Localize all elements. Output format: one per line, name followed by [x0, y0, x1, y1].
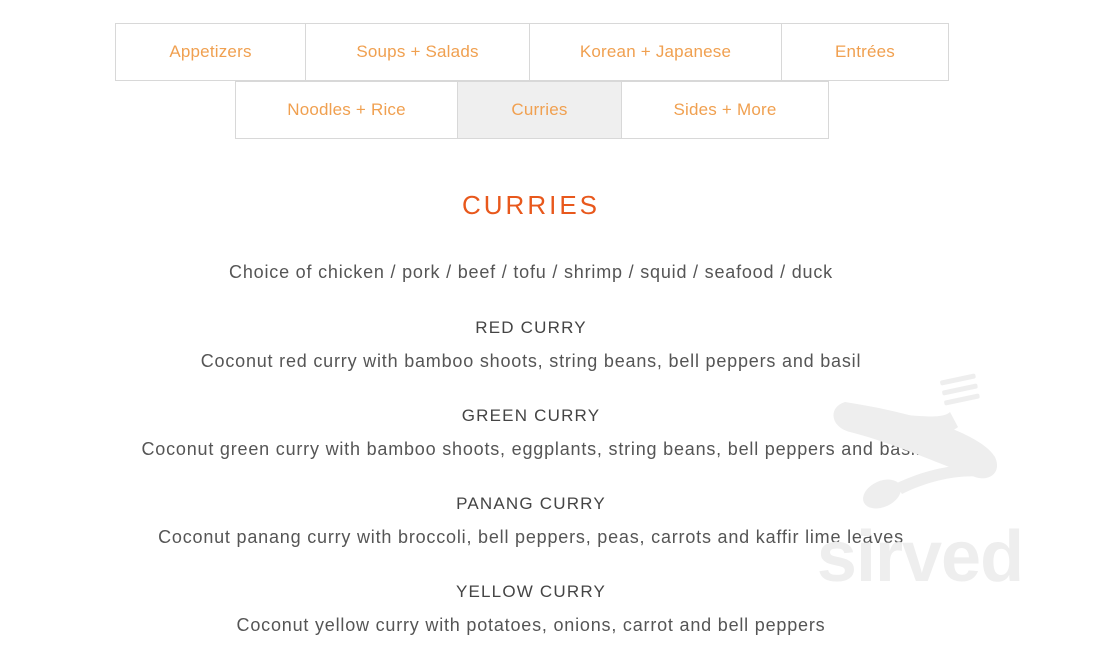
menu-item: PANANG CURRY Coconut panang curry with b… [0, 493, 1062, 549]
item-name: YELLOW CURRY [455, 582, 607, 601]
menu-item: YELLOW CURRY Coconut yellow curry with p… [0, 581, 1062, 637]
menu-page: Appetizers Soups + Salads Korean + Japan… [0, 0, 1099, 662]
section-title: CURRIES [461, 190, 600, 220]
item-description: Coconut yellow curry with potatoes, onio… [236, 615, 826, 635]
item-name: PANANG CURRY [456, 494, 606, 513]
category-tabs-row-1: Appetizers Soups + Salads Korean + Japan… [115, 23, 949, 81]
tab-noodles-rice[interactable]: Noodles + Rice [235, 81, 458, 139]
tab-sides-more[interactable]: Sides + More [621, 81, 829, 139]
tab-entrees[interactable]: Entrées [781, 23, 949, 81]
tab-soups-salads[interactable]: Soups + Salads [305, 23, 530, 81]
item-description: Coconut panang curry with broccoli, bell… [158, 527, 904, 547]
item-name: RED CURRY [475, 318, 587, 337]
item-description: Coconut red curry with bamboo shoots, st… [200, 351, 862, 371]
protein-choice-line: Choice of chicken / pork / beef / tofu /… [229, 262, 833, 282]
tab-appetizers[interactable]: Appetizers [115, 23, 306, 81]
category-tabs-row-2: Noodles + Rice Curries Sides + More [235, 81, 829, 139]
menu-item: RED CURRY Coconut red curry with bamboo … [0, 317, 1062, 373]
tab-curries[interactable]: Curries [457, 81, 622, 139]
menu-item: GREEN CURRY Coconut green curry with bam… [0, 405, 1062, 461]
item-description: Coconut green curry with bamboo shoots, … [141, 439, 921, 459]
tab-korean-japanese[interactable]: Korean + Japanese [529, 23, 782, 81]
item-name: GREEN CURRY [461, 406, 601, 425]
